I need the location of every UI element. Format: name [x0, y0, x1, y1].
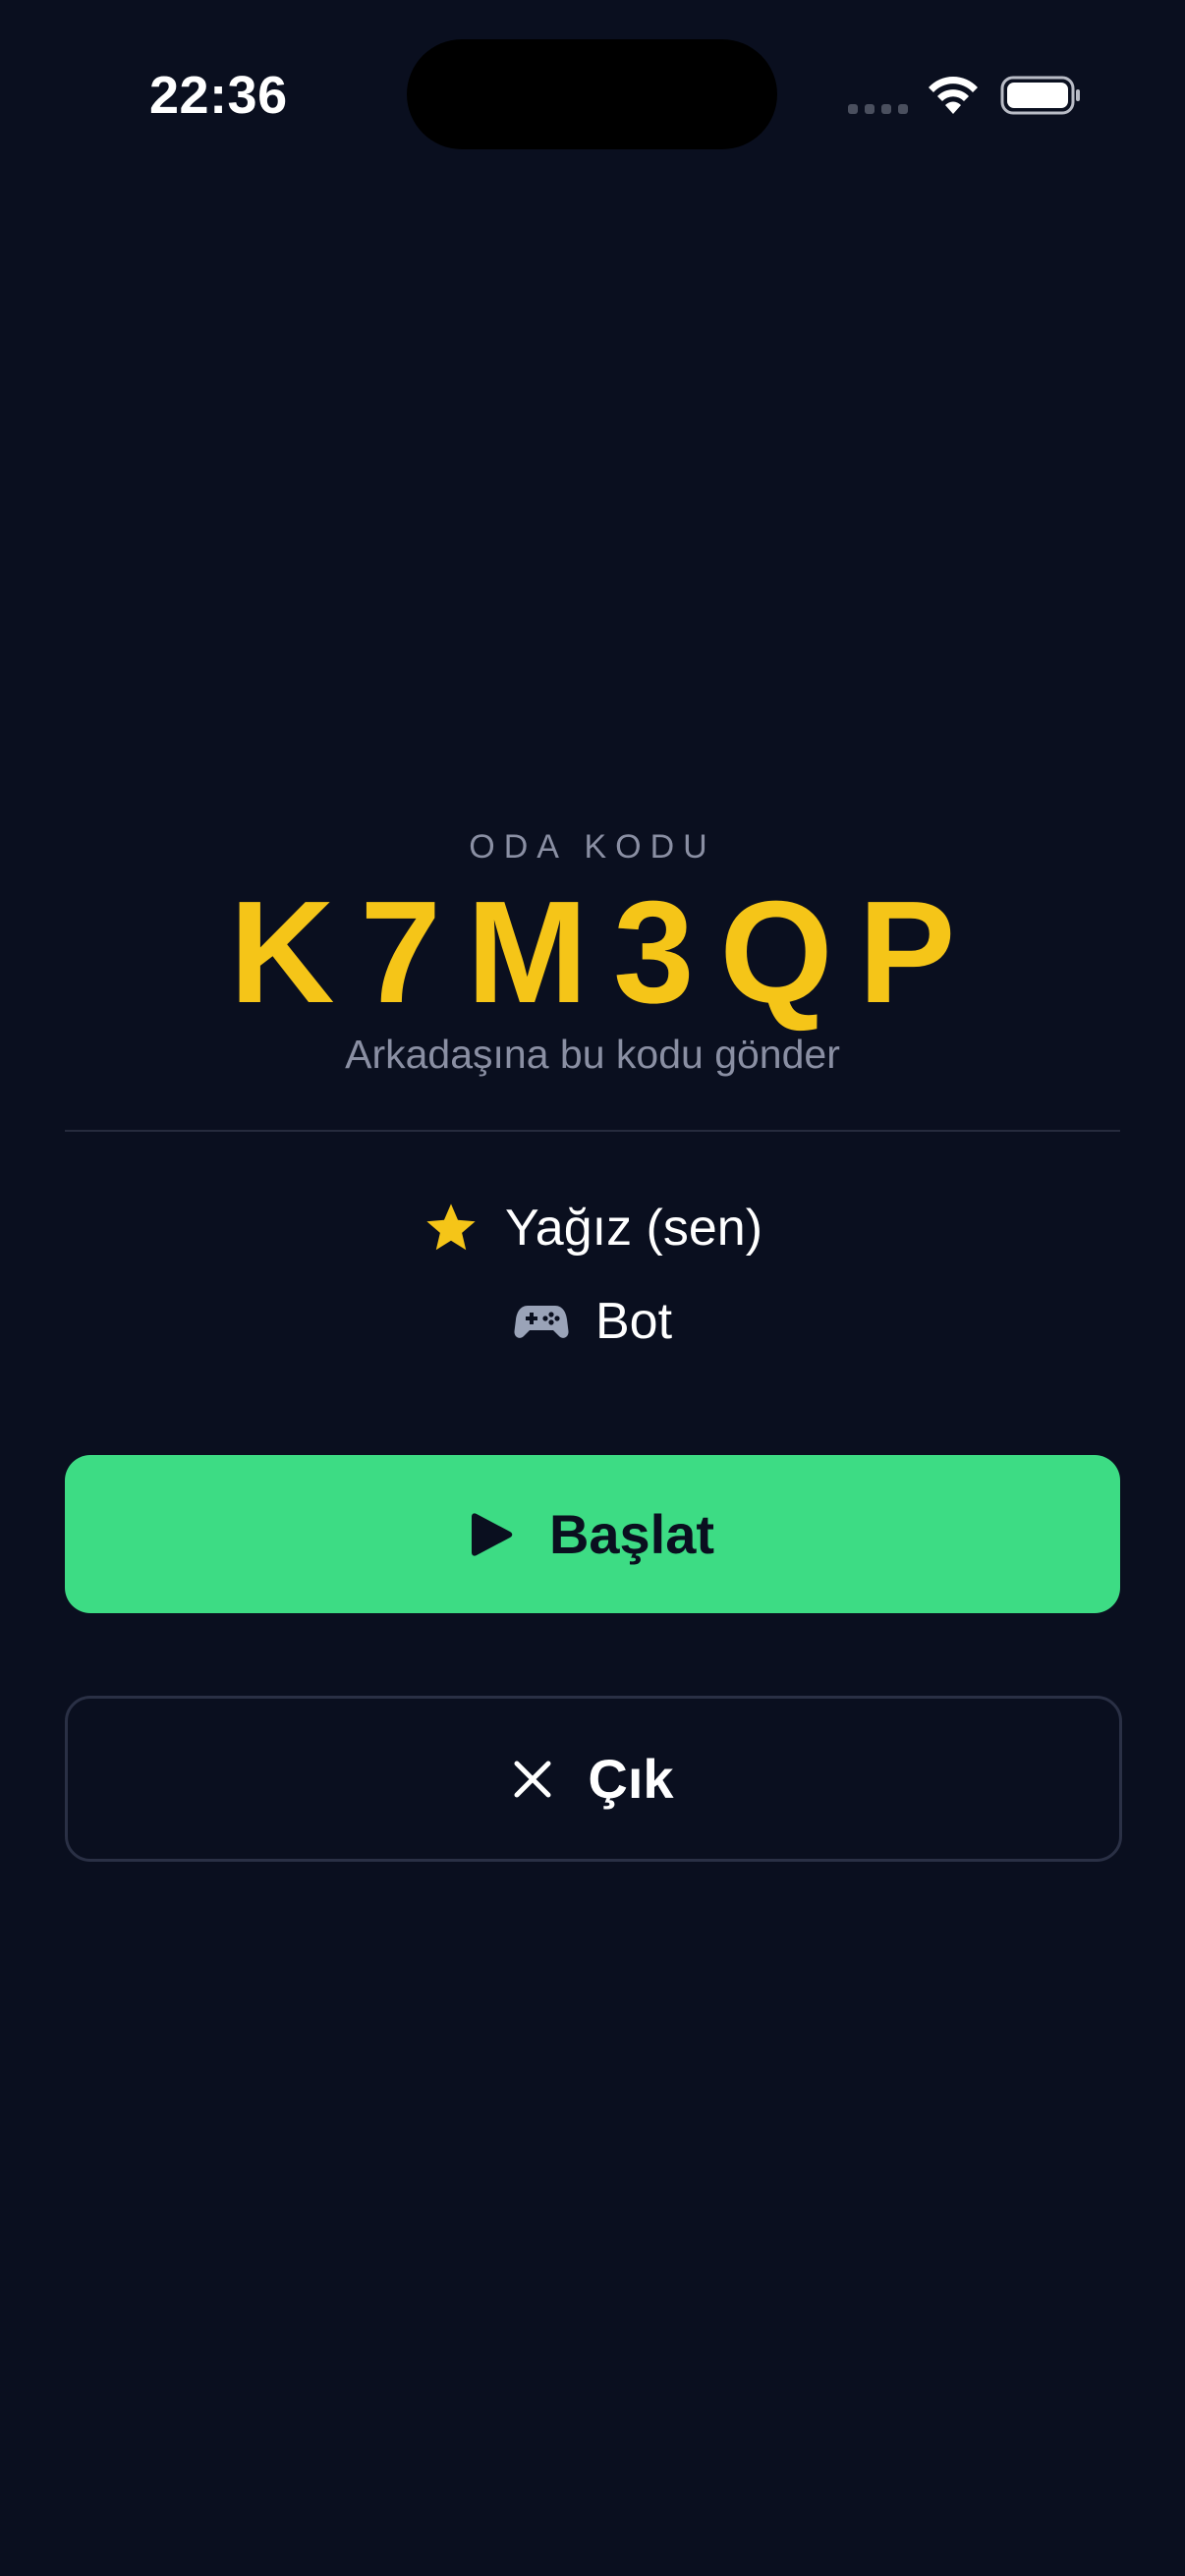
room-code-label: ODA KODU: [469, 828, 716, 866]
player-list-item: Bot: [0, 1287, 1185, 1356]
player-list-item: Yağız (sen): [0, 1194, 1185, 1262]
start-button[interactable]: Başlat: [65, 1455, 1120, 1613]
close-icon: [513, 1760, 552, 1799]
player-name: Bot: [594, 1293, 673, 1350]
player-name: Yağız (sen): [504, 1200, 763, 1257]
divider: [65, 1130, 1120, 1132]
exit-button[interactable]: Çık: [65, 1696, 1122, 1862]
dynamic-island: [407, 39, 777, 149]
exit-button-label: Çık: [588, 1748, 674, 1810]
battery-icon: [1000, 76, 1080, 115]
status-time: 22:36: [149, 66, 288, 125]
gamepad-icon: [513, 1293, 570, 1350]
room-code[interactable]: K7M3QP: [0, 879, 1185, 1027]
signal-icon: [848, 104, 908, 114]
room-code-hint: Arkadaşına bu kodu gönder: [345, 1032, 840, 1077]
room-lobby-screen: 22:36 ODA KODU K7M3QP Arkadaşına bu kodu…: [0, 0, 1185, 2576]
start-button-label: Başlat: [548, 1503, 715, 1565]
play-icon: [471, 1511, 514, 1558]
wifi-icon: [929, 77, 978, 114]
star-icon: [423, 1200, 480, 1257]
